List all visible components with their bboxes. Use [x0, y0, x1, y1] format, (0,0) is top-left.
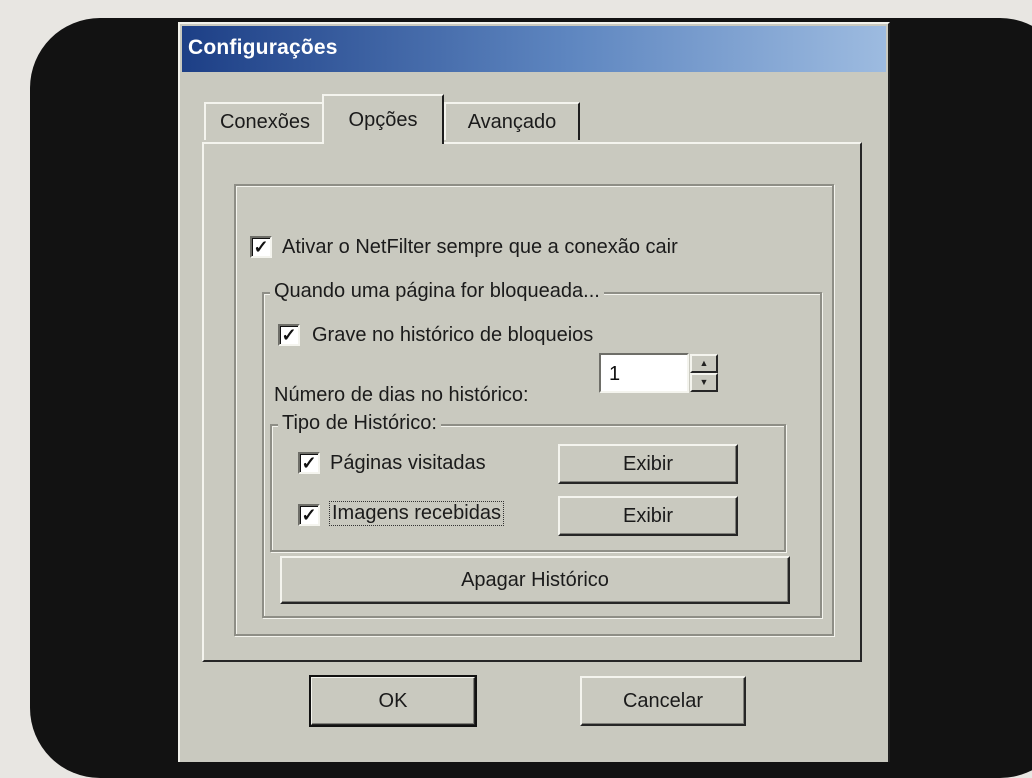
settings-dialog: Configurações Conexões Opções Avançado ✓…	[178, 22, 890, 762]
cancel-button[interactable]: Cancelar	[580, 676, 746, 726]
days-in-history-label: Número de dias no histórico:	[274, 384, 529, 406]
blocked-page-group-legend: Quando uma página for bloqueada...	[270, 280, 604, 303]
button-label: Cancelar	[622, 689, 704, 712]
spin-up-icon: ▲	[699, 358, 709, 368]
button-label: OK	[378, 689, 408, 712]
tab-label: Avançado	[467, 110, 557, 133]
tab-label: Opções	[348, 108, 418, 131]
tab-avancado[interactable]: Avançado	[444, 102, 580, 140]
days-in-history-value: 1	[609, 363, 621, 385]
history-type-group-legend: Tipo de Histórico:	[278, 412, 441, 435]
button-label: Exibir	[622, 504, 673, 527]
check-icon: ✓	[281, 325, 297, 345]
title-bar[interactable]: Configurações	[182, 26, 886, 72]
show-visited-pages-button[interactable]: Exibir	[558, 444, 738, 484]
record-history-label: Grave no histórico de bloqueios	[312, 324, 594, 346]
tab-label: Conexões	[219, 110, 311, 133]
received-images-checkbox[interactable]: ✓	[298, 504, 320, 526]
visited-pages-label: Páginas visitadas	[330, 452, 486, 474]
record-history-checkbox[interactable]: ✓	[278, 324, 300, 346]
window-title: Configurações	[188, 36, 338, 59]
check-icon: ✓	[253, 237, 269, 257]
received-images-label: Imagens recebidas	[329, 501, 504, 526]
ok-button[interactable]: OK	[309, 675, 477, 727]
spin-down-icon: ▼	[699, 377, 709, 387]
activate-netfilter-checkbox[interactable]: ✓	[250, 236, 272, 258]
check-icon: ✓	[301, 505, 317, 525]
days-in-history-input[interactable]: 1	[599, 353, 689, 393]
check-icon: ✓	[301, 453, 317, 473]
tab-conexoes[interactable]: Conexões	[204, 102, 326, 140]
spin-down-button[interactable]: ▼	[690, 373, 718, 392]
button-label: Apagar Histórico	[461, 568, 609, 591]
show-received-images-button[interactable]: Exibir	[558, 496, 738, 536]
tab-opcoes[interactable]: Opções	[322, 94, 444, 144]
activate-netfilter-label: Ativar o NetFilter sempre que a conexão …	[282, 236, 678, 258]
visited-pages-checkbox[interactable]: ✓	[298, 452, 320, 474]
spin-up-button[interactable]: ▲	[690, 354, 718, 373]
button-label: Exibir	[622, 452, 673, 475]
clear-history-button[interactable]: Apagar Histórico	[280, 556, 790, 604]
